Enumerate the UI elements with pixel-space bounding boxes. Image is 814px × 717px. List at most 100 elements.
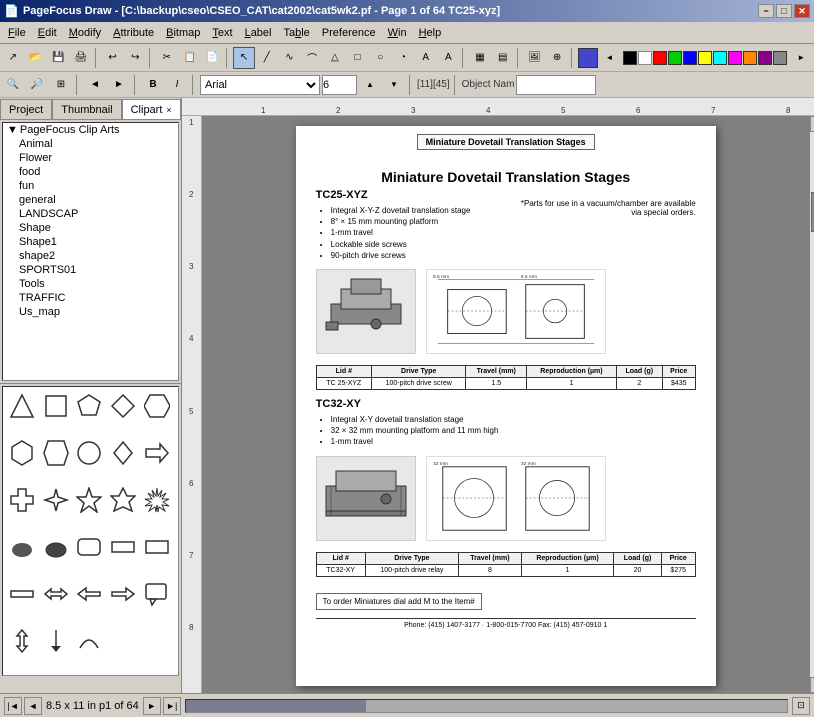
shape-cross[interactable] bbox=[7, 485, 37, 515]
tree-item-animal[interactable]: Animal bbox=[3, 137, 178, 151]
scroll-up-button[interactable]: ▲ bbox=[810, 116, 814, 132]
shape-rounded-rect[interactable] bbox=[74, 532, 104, 562]
menu-attribute[interactable]: Attribute bbox=[107, 25, 160, 41]
print-button[interactable]: 🖨 bbox=[70, 47, 92, 69]
shape-arrow-double-h[interactable] bbox=[41, 579, 71, 609]
menu-win[interactable]: Win bbox=[382, 25, 413, 41]
font-size-input[interactable] bbox=[322, 75, 357, 95]
grid-tool[interactable]: ▦ bbox=[469, 47, 491, 69]
menu-table[interactable]: Table bbox=[277, 25, 315, 41]
color-swatch-cyan[interactable] bbox=[713, 51, 727, 65]
save-button[interactable]: 💾 bbox=[47, 47, 69, 69]
shape-square[interactable] bbox=[41, 391, 71, 421]
polygon-tool[interactable]: △ bbox=[324, 47, 346, 69]
shape-hexagon1[interactable] bbox=[7, 438, 37, 468]
rect-tool[interactable]: □ bbox=[347, 47, 369, 69]
shape-callout[interactable] bbox=[142, 579, 172, 609]
text-tool[interactable]: A bbox=[415, 47, 437, 69]
italic-button[interactable]: I bbox=[166, 74, 188, 96]
curve-tool[interactable]: ∿ bbox=[279, 47, 301, 69]
copy-button[interactable]: 📋 bbox=[179, 47, 201, 69]
obj-name-input[interactable] bbox=[516, 75, 596, 95]
shape-arrow-double-v[interactable] bbox=[7, 626, 37, 656]
cut-button[interactable]: ✂ bbox=[156, 47, 178, 69]
redo-button[interactable]: ↪ bbox=[124, 47, 146, 69]
shape-small-rect[interactable] bbox=[142, 532, 172, 562]
line-tool[interactable]: ╱ bbox=[256, 47, 278, 69]
color-swatch-green[interactable] bbox=[668, 51, 682, 65]
tree-item-traffic[interactable]: TRAFFIC bbox=[3, 291, 178, 305]
maximize-button[interactable]: □ bbox=[776, 4, 792, 18]
open-button[interactable]: 📂 bbox=[25, 47, 47, 69]
color-swatch-orange[interactable] bbox=[743, 51, 757, 65]
shape-arrow-right[interactable] bbox=[142, 438, 172, 468]
shape-wide-rect[interactable] bbox=[108, 532, 138, 562]
shape-pentagon[interactable] bbox=[74, 391, 104, 421]
special-tool[interactable]: ⊕ bbox=[546, 47, 568, 69]
tree-item-fun[interactable]: fun bbox=[3, 179, 178, 193]
menu-preference[interactable]: Preference bbox=[316, 25, 382, 41]
tree-root[interactable]: ▼ PageFocus Clip Arts bbox=[3, 123, 178, 137]
color-right-arrow[interactable]: ► bbox=[790, 47, 812, 69]
menu-label[interactable]: Label bbox=[239, 25, 278, 41]
shape-arrow-down[interactable] bbox=[41, 626, 71, 656]
image-tool[interactable]: 🖼 bbox=[524, 47, 546, 69]
prev-page-button[interactable]: ◄ bbox=[84, 74, 106, 96]
bold-button[interactable]: B bbox=[142, 74, 164, 96]
shape-star6[interactable] bbox=[108, 485, 138, 515]
tree-item-shape[interactable]: Shape bbox=[3, 221, 178, 235]
shape-thin-rect[interactable] bbox=[7, 579, 37, 609]
bezier-tool[interactable]: ⌒ bbox=[301, 47, 323, 69]
menu-bitmap[interactable]: Bitmap bbox=[160, 25, 206, 41]
menu-file[interactable]: File bbox=[2, 25, 32, 41]
tab-project[interactable]: Project bbox=[0, 99, 52, 119]
canvas-scroll[interactable]: Miniature Dovetail Translation Stages Mi… bbox=[202, 116, 810, 693]
menu-help[interactable]: Help bbox=[413, 25, 448, 41]
tree-item-us-map[interactable]: Us_map bbox=[3, 305, 178, 319]
color-swatch-purple[interactable] bbox=[758, 51, 772, 65]
shape-triangle-left[interactable] bbox=[7, 391, 37, 421]
close-button[interactable]: ✕ bbox=[794, 4, 810, 18]
scroll-track[interactable] bbox=[810, 132, 814, 677]
color-swatch-gray[interactable] bbox=[773, 51, 787, 65]
shape-hexagon-wide[interactable] bbox=[142, 391, 172, 421]
shape-rhombus[interactable] bbox=[108, 438, 138, 468]
tree-item-shape2[interactable]: shape2 bbox=[3, 249, 178, 263]
scroll-down-button[interactable]: ▼ bbox=[810, 677, 814, 693]
current-color-fill[interactable] bbox=[578, 48, 598, 68]
nav-first-button[interactable]: |◄ bbox=[4, 697, 22, 715]
shape-arrow-curved[interactable] bbox=[74, 626, 104, 656]
color-swatch-magenta[interactable] bbox=[728, 51, 742, 65]
color-swatch-blue[interactable] bbox=[683, 51, 697, 65]
shape-arrow-right-notch[interactable] bbox=[108, 579, 138, 609]
arrow-tool[interactable]: ↖ bbox=[233, 47, 255, 69]
tab-thumbnail[interactable]: Thumbnail bbox=[52, 99, 121, 119]
menu-edit[interactable]: Edit bbox=[32, 25, 63, 41]
tab-close-button[interactable]: × bbox=[166, 105, 171, 115]
paste-button[interactable]: 📄 bbox=[202, 47, 224, 69]
tree-item-food[interactable]: food bbox=[3, 165, 178, 179]
tab-clipart[interactable]: Clipart × bbox=[122, 99, 181, 119]
nav-prev-button[interactable]: ◄ bbox=[24, 697, 42, 715]
zoom-in-button[interactable]: 🔍 bbox=[2, 74, 24, 96]
color-arrow[interactable]: ◄ bbox=[599, 47, 621, 69]
circle-tool[interactable]: ○ bbox=[369, 47, 391, 69]
color-swatch-red[interactable] bbox=[653, 51, 667, 65]
shape-arrow-left-notch[interactable] bbox=[74, 579, 104, 609]
nav-next-button[interactable]: ► bbox=[143, 697, 161, 715]
next-page-button[interactable]: ► bbox=[108, 74, 130, 96]
arc-tool[interactable]: ◔ bbox=[392, 47, 414, 69]
status-resize-button[interactable]: ⊡ bbox=[792, 697, 810, 715]
shape-hexagon2[interactable] bbox=[41, 438, 71, 468]
menu-modify[interactable]: Modify bbox=[63, 25, 107, 41]
shape-star-outline[interactable] bbox=[7, 532, 37, 562]
tree-item-shape1[interactable]: Shape1 bbox=[3, 235, 178, 249]
shape-circle[interactable] bbox=[74, 438, 104, 468]
tree-item-tools[interactable]: Tools bbox=[3, 277, 178, 291]
textbox-tool[interactable]: A bbox=[438, 47, 460, 69]
tree-item-landscap[interactable]: LANDSCAP bbox=[3, 207, 178, 221]
undo-button[interactable]: ↩ bbox=[102, 47, 124, 69]
shape-diamond[interactable] bbox=[108, 391, 138, 421]
font-name-select[interactable]: Arial bbox=[200, 75, 320, 95]
vertical-scrollbar[interactable]: ▲ ▼ bbox=[810, 116, 814, 693]
